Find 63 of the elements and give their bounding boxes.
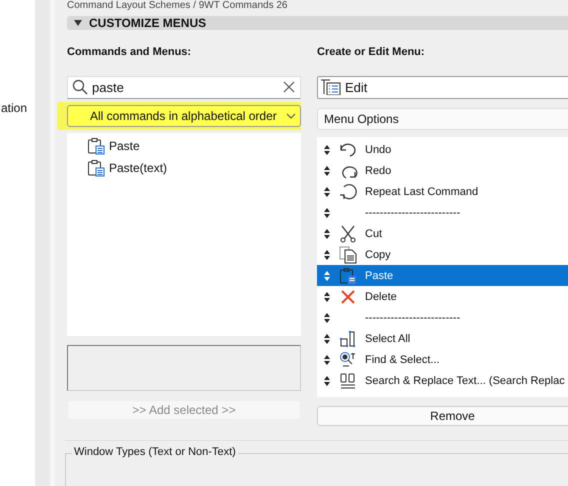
reorder-icon[interactable] <box>323 312 331 322</box>
menu-item-row[interactable]: Repeat Last Command <box>317 181 568 202</box>
undo-icon <box>338 140 358 158</box>
select-all-icon <box>339 330 357 348</box>
menu-item-row[interactable]: Paste <box>317 265 568 286</box>
menu-item-row[interactable]: Redo <box>317 160 568 181</box>
reorder-icon[interactable] <box>323 208 331 218</box>
menu-list-icon <box>320 79 342 95</box>
clear-icon[interactable] <box>283 81 295 93</box>
filter-dropdown[interactable]: All commands in alphabetical order <box>67 105 301 127</box>
copy-icon <box>339 246 357 264</box>
clipboard-icon <box>87 137 105 155</box>
menu-item-row[interactable]: Cut <box>317 223 568 244</box>
menu-item-label: Repeat Last Command <box>365 186 478 198</box>
reorder-icon[interactable] <box>323 228 331 238</box>
collapse-triangle-icon <box>73 19 83 27</box>
group-title: Window Types (Text or Non-Text) <box>72 446 238 458</box>
reorder-icon[interactable] <box>323 334 331 344</box>
menu-item-row[interactable]: Search & Replace Text... (Search Replac <box>317 370 568 391</box>
breadcrumb: Command Layout Schemes / 9WT Commands 26 <box>67 0 288 12</box>
menu-item-label: Undo <box>365 144 392 156</box>
reorder-icon[interactable] <box>323 166 331 176</box>
chevron-down-icon <box>286 113 296 119</box>
menu-item-row[interactable]: Delete <box>317 286 568 307</box>
menu-item-label: Copy <box>365 248 391 260</box>
commands-label: Commands and Menus: <box>67 46 192 60</box>
menu-item-label: Find & Select... <box>365 354 440 366</box>
command-item[interactable]: Paste(text) <box>109 161 168 175</box>
search-field[interactable]: paste <box>67 76 301 99</box>
menu-item-row[interactable]: -------------------------- <box>317 202 568 223</box>
section-header[interactable]: CUSTOMIZE MENUS <box>67 16 568 30</box>
menu-item-row[interactable]: Copy <box>317 244 568 265</box>
menu-item-label: Cut <box>365 228 382 240</box>
menu-item-row[interactable]: -------------------------- <box>317 307 568 328</box>
reorder-icon[interactable] <box>323 376 331 386</box>
sidebar-text: ation <box>1 101 28 115</box>
menu-item-label: Search & Replace Text... (Search Replac <box>365 374 565 386</box>
repeat-icon <box>338 182 358 200</box>
menu-item-label: -------------------------- <box>365 312 460 324</box>
search-icon <box>72 79 88 95</box>
menu-item-row[interactable]: Select All <box>317 328 568 349</box>
menu-name-field[interactable]: Edit <box>317 76 568 99</box>
find-icon <box>339 350 357 368</box>
menu-item-label: Paste <box>365 270 394 282</box>
clipboard-icon <box>87 159 105 177</box>
reorder-icon[interactable] <box>323 292 331 302</box>
remove-button[interactable]: Remove <box>317 406 568 426</box>
command-item[interactable]: Paste <box>109 139 140 153</box>
menu-item-label: Delete <box>365 290 397 302</box>
menu-item-row[interactable]: Undo <box>317 139 568 160</box>
delete-icon <box>340 288 356 304</box>
clipboard-icon <box>339 266 357 284</box>
reorder-icon[interactable] <box>323 186 331 196</box>
menu-item-label: -------------------------- <box>365 206 460 218</box>
reorder-icon[interactable] <box>323 144 331 154</box>
menu-options-dropdown[interactable]: Menu Options <box>317 108 568 130</box>
menu-item-label: Select All <box>365 332 410 344</box>
reorder-icon[interactable] <box>323 354 331 364</box>
menu-item-row[interactable]: Find & Select... <box>317 349 568 370</box>
reorder-icon[interactable] <box>323 250 331 260</box>
menu-item-label: Redo <box>365 164 392 176</box>
scissors-icon <box>339 224 357 242</box>
menu-label: Create or Edit Menu: <box>317 46 426 60</box>
